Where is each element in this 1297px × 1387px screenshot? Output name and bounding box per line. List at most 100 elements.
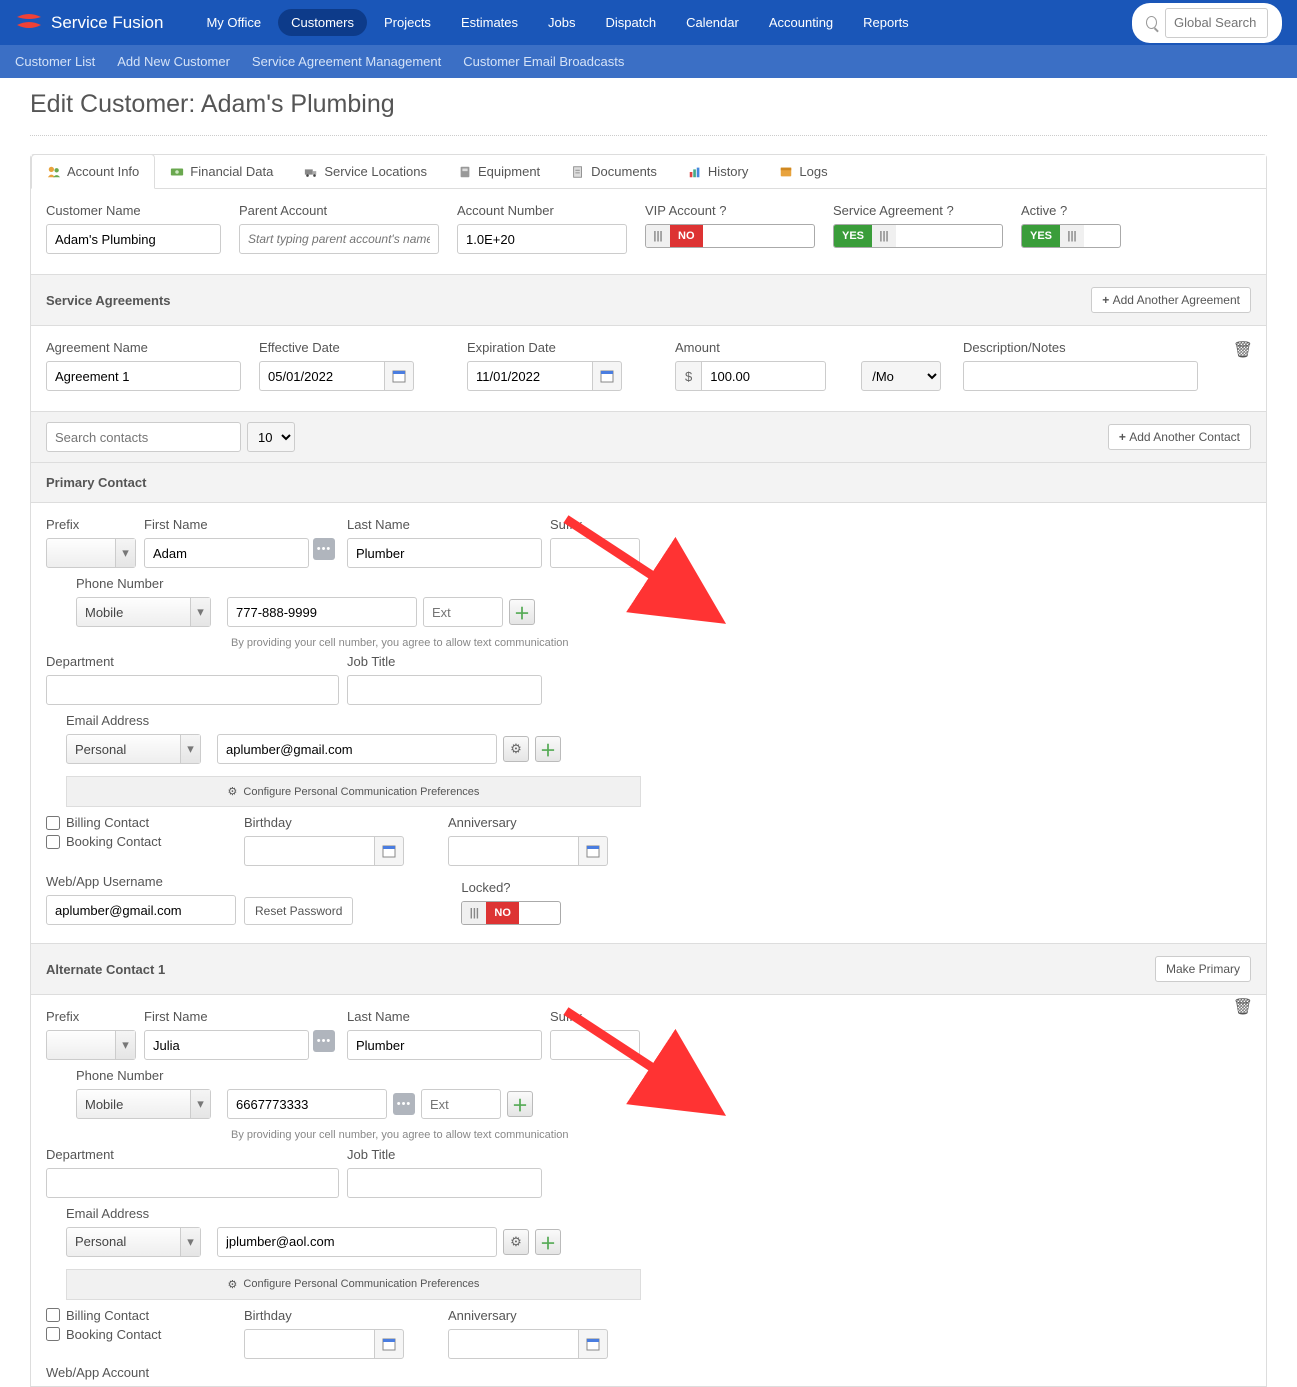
agreement-name-input[interactable] xyxy=(46,361,241,391)
alt-job-title-input[interactable] xyxy=(347,1168,542,1198)
tab-account-info[interactable]: Account Info xyxy=(31,154,155,189)
page-size-select[interactable]: 10 xyxy=(247,422,295,452)
alt-phone-hint: By providing your cell number, you agree… xyxy=(231,1128,651,1142)
anniversary-picker[interactable] xyxy=(578,836,608,866)
booking-contact-checkbox[interactable] xyxy=(46,835,60,849)
webapp-user-input[interactable] xyxy=(46,895,236,925)
global-search[interactable] xyxy=(1132,3,1282,43)
alt-anniversary-input[interactable] xyxy=(448,1329,578,1359)
nav-calendar[interactable]: Calendar xyxy=(673,9,752,36)
subnav-customer-list[interactable]: Customer List xyxy=(15,54,95,69)
alt-first-name-label: First Name xyxy=(144,1009,339,1024)
nav-jobs[interactable]: Jobs xyxy=(535,9,588,36)
vip-toggle[interactable]: |||NO xyxy=(645,224,815,248)
alt-birthday-picker[interactable] xyxy=(374,1329,404,1359)
search-contacts-input[interactable] xyxy=(46,422,241,452)
alt-billing-checkbox[interactable] xyxy=(46,1308,60,1322)
account-number-input[interactable] xyxy=(457,224,627,254)
first-name-input[interactable] xyxy=(144,538,309,568)
alt-configure-preferences-button[interactable]: ⚙Configure Personal Communication Prefer… xyxy=(66,1269,641,1300)
prefix-select[interactable]: ▾ xyxy=(46,538,136,568)
alt-birthday-input[interactable] xyxy=(244,1329,374,1359)
alt-phone-input[interactable] xyxy=(227,1089,387,1119)
amount-period-select[interactable]: /Mo xyxy=(861,361,941,391)
billing-contact-checkbox[interactable] xyxy=(46,816,60,830)
job-title-input[interactable] xyxy=(347,675,542,705)
alt-email-settings-button[interactable]: ⚙ xyxy=(503,1229,529,1255)
delete-contact-icon[interactable]: 🗑 xyxy=(1233,997,1253,1017)
department-input[interactable] xyxy=(46,675,339,705)
add-phone-button[interactable]: ＋ xyxy=(509,599,535,625)
phone-input[interactable] xyxy=(227,597,417,627)
last-name-input[interactable] xyxy=(347,538,542,568)
expiration-date-picker[interactable] xyxy=(592,361,622,391)
tab-logs[interactable]: Logs xyxy=(764,155,843,188)
nav-projects[interactable]: Projects xyxy=(371,9,444,36)
alt-ext-input[interactable] xyxy=(421,1089,501,1119)
tab-financial[interactable]: Financial Data xyxy=(155,155,289,188)
customer-name-input[interactable] xyxy=(46,224,221,254)
tab-history[interactable]: History xyxy=(673,155,764,188)
chevron-down-icon: ▾ xyxy=(190,598,210,626)
email-label: Email Address xyxy=(66,713,641,728)
email-type-select[interactable]: Personal▾ xyxy=(66,734,201,764)
alt-first-name-input[interactable] xyxy=(144,1030,309,1060)
amount-input[interactable] xyxy=(701,361,826,391)
phone-type-select[interactable]: Mobile▾ xyxy=(76,597,211,627)
configure-preferences-button[interactable]: ⚙Configure Personal Communication Prefer… xyxy=(66,776,641,807)
add-agreement-button[interactable]: Add Another Agreement xyxy=(1091,287,1251,313)
alt-phone-type-select[interactable]: Mobile▾ xyxy=(76,1089,211,1119)
subnav-email-broadcasts[interactable]: Customer Email Broadcasts xyxy=(463,54,624,69)
ext-input[interactable] xyxy=(423,597,503,627)
add-contact-button[interactable]: Add Another Contact xyxy=(1108,424,1251,450)
chevron-down-icon: ▾ xyxy=(190,1090,210,1118)
effective-date-input[interactable] xyxy=(259,361,384,391)
first-name-menu[interactable]: ••• xyxy=(313,538,335,560)
nav-customers[interactable]: Customers xyxy=(278,9,367,36)
parent-account-input[interactable] xyxy=(239,224,439,254)
alt-prefix-select[interactable]: ▾ xyxy=(46,1030,136,1060)
locked-toggle[interactable]: |||NO xyxy=(461,901,561,925)
alt-last-name-input[interactable] xyxy=(347,1030,542,1060)
birthday-input[interactable] xyxy=(244,836,374,866)
add-email-button[interactable]: ＋ xyxy=(535,736,561,762)
contacts-toolbar: 10 Add Another Contact xyxy=(31,411,1266,463)
alt-email-type-select[interactable]: Personal▾ xyxy=(66,1227,201,1257)
alt-email-input[interactable] xyxy=(217,1227,497,1257)
subnav-agreement-mgmt[interactable]: Service Agreement Management xyxy=(252,54,441,69)
delete-agreement-icon[interactable]: 🗑 xyxy=(1233,340,1253,360)
service-agreement-toggle[interactable]: YES||| xyxy=(833,224,1003,248)
subnav-add-customer[interactable]: Add New Customer xyxy=(117,54,230,69)
reset-password-button[interactable]: Reset Password xyxy=(244,897,353,925)
nav-my-office[interactable]: My Office xyxy=(193,9,274,36)
global-search-input[interactable] xyxy=(1165,8,1268,38)
alt-department-input[interactable] xyxy=(46,1168,339,1198)
nav-estimates[interactable]: Estimates xyxy=(448,9,531,36)
alt-suffix-input[interactable] xyxy=(550,1030,640,1060)
description-input[interactable] xyxy=(963,361,1198,391)
suffix-label: Suffix xyxy=(550,517,640,532)
make-primary-button[interactable]: Make Primary xyxy=(1155,956,1251,982)
email-input[interactable] xyxy=(217,734,497,764)
nav-reports[interactable]: Reports xyxy=(850,9,922,36)
nav-dispatch[interactable]: Dispatch xyxy=(592,9,669,36)
document-icon xyxy=(571,165,585,179)
nav-accounting[interactable]: Accounting xyxy=(756,9,846,36)
effective-date-picker[interactable] xyxy=(384,361,414,391)
tab-equipment[interactable]: Equipment xyxy=(443,155,556,188)
alt-anniversary-picker[interactable] xyxy=(578,1329,608,1359)
agreement-row: Agreement Name Effective Date Expiration… xyxy=(46,326,1251,391)
tab-documents[interactable]: Documents xyxy=(556,155,673,188)
alt-first-name-menu[interactable]: ••• xyxy=(313,1030,335,1052)
alt-booking-checkbox[interactable] xyxy=(46,1327,60,1341)
anniversary-input[interactable] xyxy=(448,836,578,866)
alt-add-phone-button[interactable]: ＋ xyxy=(507,1091,533,1117)
alt-add-email-button[interactable]: ＋ xyxy=(535,1229,561,1255)
email-settings-button[interactable]: ⚙ xyxy=(503,736,529,762)
suffix-input[interactable] xyxy=(550,538,640,568)
birthday-picker[interactable] xyxy=(374,836,404,866)
expiration-date-input[interactable] xyxy=(467,361,592,391)
active-toggle[interactable]: YES||| xyxy=(1021,224,1121,248)
alt-phone-menu[interactable]: ••• xyxy=(393,1093,415,1115)
tab-service-locations[interactable]: Service Locations xyxy=(289,155,443,188)
